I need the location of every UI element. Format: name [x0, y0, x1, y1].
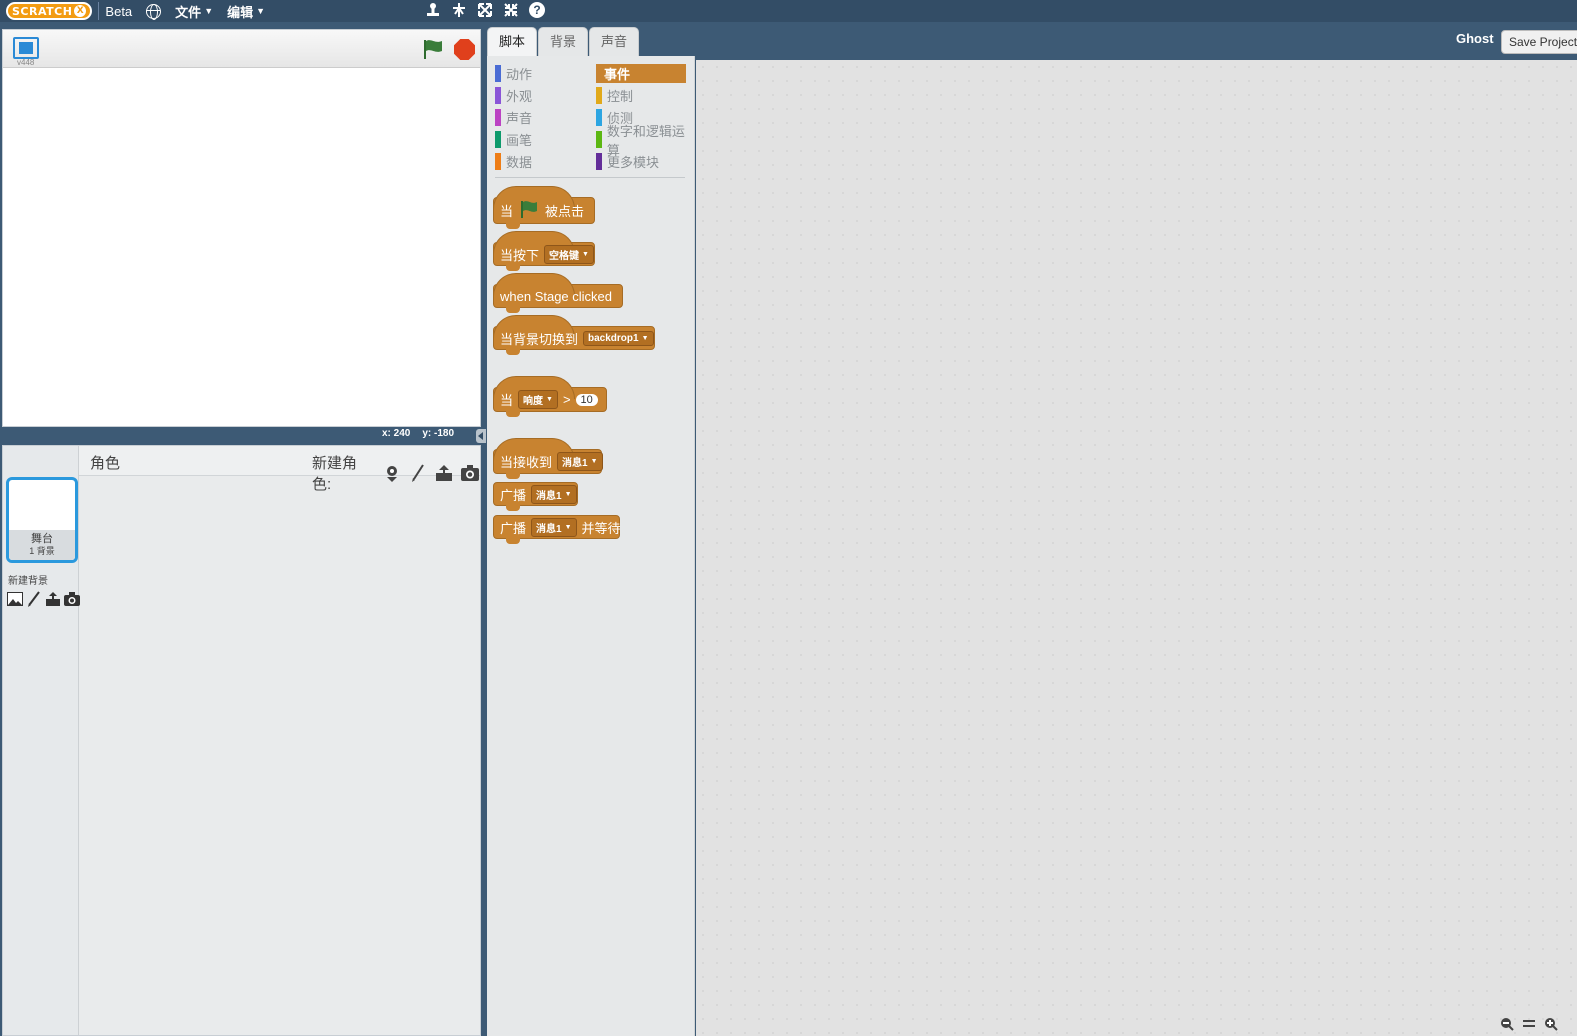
color-swatch [596, 109, 602, 126]
coord-y: y: -180 [422, 428, 455, 439]
palette-divider [495, 177, 685, 178]
message-dropdown[interactable]: 消息1 ▼ [531, 484, 577, 504]
chevron-down-icon: ▼ [204, 6, 214, 16]
green-flag-icon[interactable] [421, 38, 445, 65]
category-sound[interactable]: 声音 [495, 108, 596, 127]
stage-thumb-backdrop-count: 1 背景 [29, 546, 55, 556]
coord-x: x: 240 [382, 428, 411, 439]
script-canvas[interactable] [696, 60, 1577, 1036]
upload-icon[interactable] [45, 591, 61, 607]
category-looks[interactable]: 外观 [495, 86, 596, 105]
toolbar: ? [424, 1, 546, 19]
tab-sounds[interactable]: 声音 [589, 27, 640, 56]
scratchx-logo[interactable]: SCRATCH X [6, 2, 93, 20]
color-swatch [495, 65, 501, 82]
category-operators[interactable]: 数字和逻辑运算 [596, 124, 696, 158]
tab-backdrops[interactable]: 背景 [538, 27, 589, 56]
backdrop-tools [7, 591, 80, 607]
block-when-flag-clicked[interactable]: 当 被点击 [493, 186, 595, 229]
color-swatch [596, 153, 602, 170]
block-when-backdrop-switches[interactable]: 当背景切换到 backdrop1 ▼ [493, 315, 655, 355]
menu-bar: SCRATCH X Beta 文件 ▼ 编辑 ▼ ? [0, 0, 1577, 22]
duplicate-icon[interactable] [424, 1, 442, 19]
category-data[interactable]: 数据 [495, 152, 596, 171]
color-swatch [495, 153, 501, 170]
stage[interactable]: v448 [2, 29, 481, 427]
paint-sprite-icon[interactable] [408, 464, 428, 482]
sprite-pane: 舞台 1 背景 新建背景 角色 新建角色: [2, 445, 481, 1036]
zoom-out-icon[interactable] [1498, 1017, 1516, 1031]
chevron-down-icon: ▼ [256, 6, 266, 16]
color-swatch [495, 87, 501, 104]
fullscreen-icon[interactable] [13, 37, 39, 59]
stop-icon[interactable] [454, 39, 475, 60]
message-dropdown[interactable]: 消息1 ▼ [557, 452, 603, 471]
camera-sprite-icon[interactable] [460, 464, 480, 482]
mouse-coordinates: x: 240 y: -180 [382, 428, 454, 439]
paint-brush-icon[interactable] [26, 591, 42, 607]
color-swatch [495, 131, 501, 148]
edit-menu[interactable]: 编辑 ▼ [227, 2, 265, 21]
chevron-down-icon: ▼ [564, 523, 572, 531]
category-events[interactable]: 事件 [596, 64, 686, 83]
sensor-dropdown[interactable]: 响度 ▼ [518, 390, 558, 409]
collapse-stage-icon[interactable] [476, 429, 486, 443]
color-swatch [495, 109, 501, 126]
category-control[interactable]: 控制 [596, 86, 696, 105]
block-when-stage-clicked[interactable]: when Stage clicked [493, 273, 623, 313]
block-when-loudness-greater[interactable]: 当 响度 ▼ > 10 [493, 376, 607, 417]
block-when-receive[interactable]: 当接收到 消息1 ▼ [493, 438, 603, 479]
sprite-library-icon[interactable] [382, 464, 402, 482]
username: Ghost [1456, 31, 1494, 46]
new-sprite-bar: 新建角色: [312, 452, 480, 494]
camera-icon[interactable] [64, 591, 80, 607]
sprites-title: 角色 [90, 455, 121, 472]
file-menu[interactable]: 文件 ▼ [175, 2, 213, 21]
language-globe-icon[interactable] [146, 3, 162, 20]
zoom-controls [1498, 1017, 1560, 1031]
upload-sprite-icon[interactable] [434, 464, 454, 482]
category-grid: 动作 事件 外观 控制 声音 侦测 画笔 数字和逻辑运算 数据 更多模块 [495, 64, 696, 171]
chevron-down-icon: ▼ [564, 490, 572, 498]
stage-header: v448 [3, 30, 480, 68]
grow-icon[interactable] [476, 1, 494, 19]
save-project-button[interactable]: Save Project [1501, 30, 1577, 54]
message-dropdown[interactable]: 消息1 ▼ [531, 517, 577, 537]
help-icon[interactable]: ? [528, 1, 546, 19]
category-more-blocks[interactable]: 更多模块 [596, 152, 696, 171]
category-pen[interactable]: 画笔 [495, 130, 596, 149]
sprite-header: 角色 新建角色: [79, 446, 480, 493]
zoom-reset-icon[interactable] [1520, 1017, 1538, 1031]
tab-scripts[interactable]: 脚本 [487, 27, 538, 56]
stage-column: 舞台 1 背景 新建背景 [3, 446, 80, 1035]
chevron-down-icon: ▼ [590, 458, 598, 465]
chevron-down-icon: ▼ [546, 396, 553, 403]
key-dropdown[interactable]: 空格键 ▼ [544, 244, 594, 264]
cut-icon[interactable] [450, 1, 468, 19]
editor-tabs: 脚本 背景 声音 [487, 27, 640, 56]
category-motion[interactable]: 动作 [495, 64, 596, 83]
new-backdrop-label: 新建背景 [8, 576, 48, 587]
color-swatch [596, 87, 602, 104]
chevron-down-icon: ▼ [582, 250, 589, 258]
green-flag-icon [518, 199, 540, 222]
beta-label: Beta [105, 3, 133, 19]
chevron-down-icon: ▼ [641, 334, 649, 342]
block-broadcast[interactable]: 广播 消息1 ▼ [493, 482, 578, 511]
backdrop-dropdown[interactable]: backdrop1 ▼ [583, 330, 654, 346]
stage-thumb-label: 舞台 [31, 533, 53, 545]
image-library-icon[interactable] [7, 591, 23, 607]
zoom-in-icon[interactable] [1542, 1017, 1560, 1031]
stage-thumbnail[interactable]: 舞台 1 背景 [6, 477, 78, 563]
color-swatch [596, 131, 602, 148]
version-label: v448 [17, 58, 35, 67]
new-sprite-label: 新建角色: [312, 455, 358, 493]
block-broadcast-and-wait[interactable]: 广播 消息1 ▼ 并等待 [493, 515, 621, 544]
divider [98, 2, 100, 20]
shrink-icon[interactable] [502, 1, 520, 19]
block-when-key-pressed[interactable]: 当按下 空格键 ▼ [493, 231, 595, 271]
block-palette: 动作 事件 外观 控制 声音 侦测 画笔 数字和逻辑运算 数据 更多模块 当 被… [487, 56, 695, 1036]
threshold-input[interactable]: 10 [575, 393, 598, 406]
